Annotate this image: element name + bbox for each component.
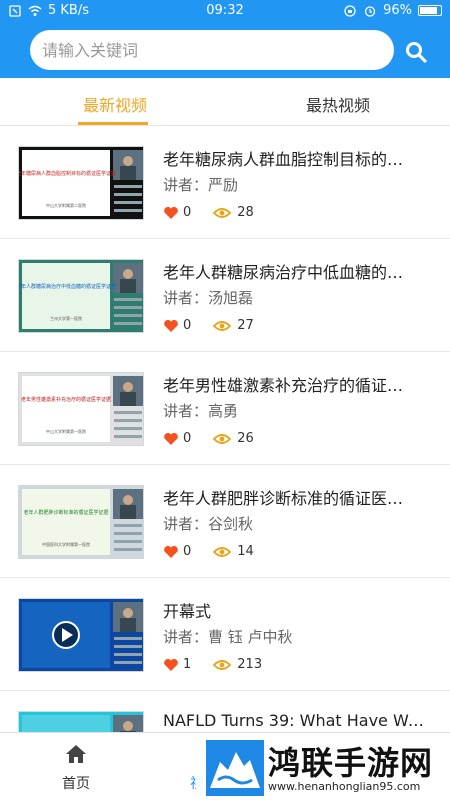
- video-speaker: 讲者：汤旭磊: [163, 289, 254, 307]
- tab-latest-videos[interactable]: 最新视频: [60, 92, 170, 116]
- thumbnail-image: 老年人群糖尿病治疗中低血糖的循证医学证据兰州大学第一医院: [19, 260, 143, 332]
- eye-icon: [213, 659, 232, 670]
- like-count: 0: [183, 544, 192, 559]
- eye-icon: [213, 207, 232, 218]
- nav-home-label: 首页: [62, 776, 90, 792]
- status-bar: 5 KB/s 09:32 96%: [0, 0, 450, 22]
- battery-fill: [420, 7, 437, 14]
- slide-title: 老年人群糖尿病治疗中低血糖的循证医学证据: [19, 283, 116, 290]
- watermark-title: 鸿联手游网: [268, 744, 434, 782]
- search-icon[interactable]: [404, 40, 428, 64]
- video-title[interactable]: 开幕式: [163, 598, 433, 622]
- nav-home[interactable]: 首页: [48, 743, 104, 793]
- video-title[interactable]: NAFLD Turns 39: What Have We…: [163, 711, 433, 730]
- heart-icon[interactable]: [163, 432, 179, 446]
- status-time: 09:32: [206, 3, 244, 18]
- thumbnail-image: 老年糖尿病人群血脂控制目标的循证医学证据中山大学附属第二医院: [19, 147, 143, 219]
- eye-icon: [213, 433, 232, 444]
- like-count: 0: [183, 205, 192, 220]
- thumbnail-image: [19, 712, 143, 732]
- eye-icon: [213, 320, 232, 331]
- battery-icon: [418, 5, 442, 16]
- video-thumbnail[interactable]: [18, 598, 144, 672]
- video-thumbnail[interactable]: [18, 711, 144, 732]
- eye-icon: [213, 546, 232, 557]
- view-count: 26: [237, 431, 254, 446]
- video-stats: 1 213: [163, 657, 262, 672]
- lock-rotation-icon: [344, 4, 356, 17]
- like-count: 1: [183, 657, 192, 672]
- view-count: 213: [237, 657, 263, 672]
- tab-active-indicator: [78, 122, 148, 125]
- video-title[interactable]: 老年男性雄激素补充治疗的循证…: [163, 372, 433, 396]
- slide-footer: 中国医科大学附属第一医院: [42, 541, 90, 547]
- video-item[interactable]: 老年糖尿病人群血脂控制目标的循证医学证据 中山大学附属第二医院 老年糖尿病人群血脂…: [0, 126, 450, 239]
- video-stats: 0 27: [163, 318, 254, 333]
- video-speaker: 讲者：谷剑秋: [163, 515, 254, 533]
- video-title[interactable]: 老年糖尿病人群血脂控制目标的…: [163, 146, 433, 170]
- video-item[interactable]: 老年人群糖尿病治疗中低血糖的循证医学证据 兰州大学第一医院 老年人群糖尿病治疗中低…: [0, 239, 450, 352]
- thumbnail-image: [19, 599, 143, 671]
- view-count: 14: [237, 544, 254, 559]
- slide-title: 老年糖尿病人群血脂控制目标的循证医学证据: [19, 170, 116, 177]
- video-item[interactable]: 开幕式 讲者：曹 钰 卢中秋 1 213: [0, 578, 450, 691]
- search-header: [0, 22, 450, 78]
- video-thumbnail[interactable]: 老年人群糖尿病治疗中低血糖的循证医学证据 兰州大学第一医院: [18, 259, 144, 333]
- watermark-url: www.henanhonglian95.com: [268, 780, 421, 793]
- battery-percent: 96%: [383, 3, 412, 18]
- video-thumbnail[interactable]: 老年男性雄激素补充治疗的循证医学证据 中山大学附属第一医院: [18, 372, 144, 446]
- like-count: 0: [183, 431, 192, 446]
- video-item[interactable]: NAFLD Turns 39: What Have We…: [0, 691, 450, 732]
- video-item[interactable]: 老年人群肥胖诊断标准的循证医学证据 中国医科大学附属第一医院 老年人群肥胖诊断标准…: [0, 465, 450, 578]
- view-count: 28: [237, 205, 254, 220]
- slide-title: 老年人群肥胖诊断标准的循证医学证据: [23, 509, 108, 516]
- heart-icon[interactable]: [163, 206, 179, 220]
- video-stats: 0 14: [163, 544, 254, 559]
- thumbnail-image: 老年人群肥胖诊断标准的循证医学证据中国医科大学附属第一医院: [19, 486, 143, 558]
- slide-footer: 中山大学附属第一医院: [46, 428, 86, 434]
- video-title[interactable]: 老年人群肥胖诊断标准的循证医…: [163, 485, 433, 509]
- video-thumbnail[interactable]: 老年糖尿病人群血脂控制目标的循证医学证据 中山大学附属第二医院: [18, 146, 144, 220]
- tab-bar: 最新视频 最热视频: [0, 78, 450, 126]
- watermark: 鸿联手游网 www.henanhonglian95.com: [196, 736, 450, 800]
- heart-icon[interactable]: [163, 319, 179, 333]
- slide-footer: 中山大学附属第二医院: [46, 202, 86, 208]
- heart-icon[interactable]: [163, 658, 179, 672]
- like-count: 0: [183, 318, 192, 333]
- search-input[interactable]: [42, 40, 394, 60]
- slide-title: 老年男性雄激素补充治疗的循证医学证据: [21, 396, 111, 403]
- slide-footer: 兰州大学第一医院: [50, 315, 82, 321]
- video-list: 老年糖尿病人群血脂控制目标的循证医学证据 中山大学附属第二医院 老年糖尿病人群血脂…: [0, 126, 450, 732]
- search-box[interactable]: [30, 30, 394, 70]
- video-title[interactable]: 老年人群糖尿病治疗中低血糖的…: [163, 259, 433, 283]
- thumbnail-image: 老年男性雄激素补充治疗的循证医学证据中山大学附属第一医院: [19, 373, 143, 445]
- heart-icon[interactable]: [163, 545, 179, 559]
- video-item[interactable]: 老年男性雄激素补充治疗的循证医学证据 中山大学附属第一医院 老年男性雄激素补充治疗…: [0, 352, 450, 465]
- home-icon: [66, 745, 86, 763]
- view-count: 27: [237, 318, 254, 333]
- video-stats: 0 28: [163, 205, 254, 220]
- video-speaker: 讲者：严励: [163, 176, 239, 194]
- video-stats: 0 26: [163, 431, 254, 446]
- video-speaker: 讲者：曹 钰 卢中秋: [163, 628, 293, 646]
- watermark-logo-icon: [206, 740, 264, 796]
- video-thumbnail[interactable]: 老年人群肥胖诊断标准的循证医学证据 中国医科大学附属第一医院: [18, 485, 144, 559]
- alarm-icon: [364, 5, 376, 17]
- video-speaker: 讲者：高勇: [163, 402, 239, 420]
- tab-hot-videos[interactable]: 最热视频: [283, 92, 393, 116]
